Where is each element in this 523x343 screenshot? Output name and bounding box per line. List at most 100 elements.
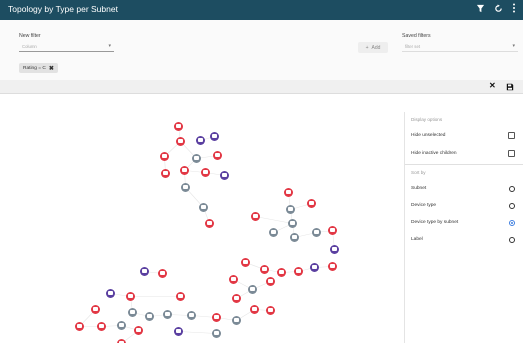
device-node[interactable] (266, 277, 275, 286)
device-icon (182, 168, 187, 172)
active-filter-chip[interactable]: Rating = C ✖ (19, 63, 58, 73)
more-vertical-icon[interactable] (508, 3, 520, 17)
device-node[interactable] (187, 311, 196, 320)
device-node[interactable] (310, 263, 319, 272)
device-node[interactable] (158, 269, 167, 278)
device-icon (198, 138, 203, 142)
device-node[interactable] (180, 166, 189, 175)
device-icon (222, 173, 227, 177)
device-icon (136, 328, 141, 332)
device-icon (314, 230, 319, 234)
device-node[interactable] (174, 122, 183, 131)
device-node[interactable] (213, 151, 222, 160)
device-node[interactable] (251, 212, 260, 221)
device-node[interactable] (161, 169, 170, 178)
sort-radio-subnet[interactable] (509, 186, 515, 192)
sort-radio-label[interactable] (509, 237, 515, 243)
sort-option-device-type[interactable]: Device type (405, 201, 523, 211)
device-node[interactable] (269, 228, 278, 237)
sort-option-subnet[interactable]: Subnet (405, 184, 523, 194)
device-node[interactable] (286, 205, 295, 214)
device-icon (262, 267, 267, 271)
close-icon[interactable]: ✕ (489, 81, 496, 90)
device-node[interactable] (163, 310, 172, 319)
device-node[interactable] (91, 305, 100, 314)
device-node[interactable] (128, 308, 137, 317)
device-node[interactable] (232, 294, 241, 303)
device-icon (279, 270, 284, 274)
device-node[interactable] (97, 322, 106, 331)
device-node[interactable] (330, 245, 339, 254)
add-filter-button[interactable]: + Add (358, 42, 388, 53)
device-node[interactable] (248, 285, 257, 294)
column-select[interactable]: Column ▾ (19, 42, 114, 52)
sort-option-device-type-by-subnet[interactable]: Device type by subnet (405, 218, 523, 228)
device-node[interactable] (117, 339, 126, 343)
chip-close-icon[interactable]: ✖ (49, 65, 54, 72)
saved-filter-select[interactable]: filter set ▾ (402, 42, 518, 52)
device-node[interactable] (176, 292, 185, 301)
device-node[interactable] (181, 183, 190, 192)
device-icon (77, 324, 82, 328)
device-node[interactable] (210, 132, 219, 141)
device-icon (203, 170, 208, 174)
device-node[interactable] (176, 137, 185, 146)
save-icon[interactable] (506, 83, 514, 93)
device-node[interactable] (201, 168, 210, 177)
device-node[interactable] (117, 321, 126, 330)
filter-icon[interactable] (474, 3, 486, 17)
device-node[interactable] (196, 136, 205, 145)
chip-label: Rating = C (23, 65, 46, 71)
device-node[interactable] (145, 312, 154, 321)
device-node[interactable] (229, 275, 238, 284)
device-node[interactable] (328, 262, 337, 271)
device-icon (252, 307, 257, 311)
hide-inactive-children-checkbox[interactable] (508, 150, 515, 157)
device-node[interactable] (160, 152, 169, 161)
device-icon (142, 269, 147, 273)
device-node[interactable] (212, 329, 221, 338)
device-node[interactable] (140, 267, 149, 276)
device-node[interactable] (212, 313, 221, 322)
device-node[interactable] (106, 289, 115, 298)
refresh-icon[interactable] (492, 3, 504, 17)
device-node[interactable] (75, 322, 84, 331)
device-node[interactable] (290, 233, 299, 242)
device-icon (99, 324, 104, 328)
saved-filter-placeholder: filter set (405, 44, 421, 49)
device-icon (128, 294, 133, 298)
device-node[interactable] (307, 199, 316, 208)
device-node[interactable] (277, 268, 286, 277)
sort-radio-device-type-by-subnet[interactable] (509, 220, 515, 226)
device-node[interactable] (199, 203, 208, 212)
hide-unselected-row[interactable]: Hide unselected (405, 130, 523, 142)
device-node[interactable] (220, 171, 229, 180)
sort-option-label: Subnet (411, 186, 427, 191)
device-node[interactable] (205, 219, 214, 228)
device-node[interactable] (174, 327, 183, 336)
device-node[interactable] (134, 326, 143, 335)
device-node[interactable] (294, 267, 303, 276)
device-node[interactable] (260, 265, 269, 274)
device-icon (286, 190, 291, 194)
device-node[interactable] (241, 258, 250, 267)
device-node[interactable] (284, 188, 293, 197)
device-icon (207, 221, 212, 225)
device-node[interactable] (232, 316, 241, 325)
device-icon (312, 265, 317, 269)
chevron-down-icon: ▾ (512, 43, 515, 49)
topology-graph[interactable] (0, 95, 404, 343)
sort-option-label-row[interactable]: Label (405, 235, 523, 245)
device-node[interactable] (312, 228, 321, 237)
device-node[interactable] (288, 219, 297, 228)
device-icon (212, 134, 217, 138)
hide-inactive-children-row[interactable]: Hide inactive children (405, 148, 523, 160)
device-node[interactable] (192, 154, 201, 163)
device-node[interactable] (250, 305, 259, 314)
device-node[interactable] (126, 292, 135, 301)
sort-radio-device-type[interactable] (509, 203, 515, 209)
sort-by-title: Sort by (411, 170, 426, 175)
hide-unselected-checkbox[interactable] (508, 132, 515, 139)
device-node[interactable] (328, 226, 337, 235)
device-node[interactable] (266, 306, 275, 315)
